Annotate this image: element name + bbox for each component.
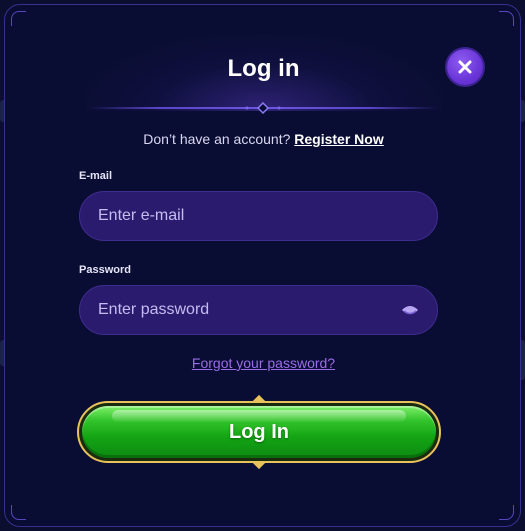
modal-corner-ornament (499, 505, 514, 520)
diamond-ornament-icon (245, 102, 281, 114)
register-prompt: Don’t have an account? Register Now (5, 131, 520, 147)
email-label: E-mail (79, 170, 113, 182)
modal-title: Log in (227, 55, 300, 82)
login-button-face: Log In (82, 406, 436, 458)
close-button[interactable] (447, 49, 483, 85)
login-button[interactable]: Log In (77, 401, 441, 463)
modal-corner-ornament (499, 11, 514, 26)
forgot-password-link[interactable]: Forgot your password? (5, 355, 520, 371)
password-label: Password (79, 264, 131, 276)
modal-corner-ornament (11, 505, 26, 520)
close-icon (458, 60, 472, 74)
eye-icon (402, 306, 418, 315)
login-modal: Log in Don’t have an account? Register N… (4, 4, 521, 527)
password-input[interactable] (96, 300, 399, 320)
login-button-label: Log In (229, 420, 289, 443)
login-button-wrap: Log In (77, 394, 441, 470)
email-field[interactable] (79, 191, 438, 241)
register-prompt-text: Don’t have an account? (143, 131, 291, 147)
password-visibility-toggle[interactable] (399, 299, 421, 321)
modal-corner-ornament (11, 11, 26, 26)
email-input[interactable] (96, 206, 421, 226)
register-now-link[interactable]: Register Now (294, 131, 383, 147)
password-field[interactable] (79, 285, 438, 335)
